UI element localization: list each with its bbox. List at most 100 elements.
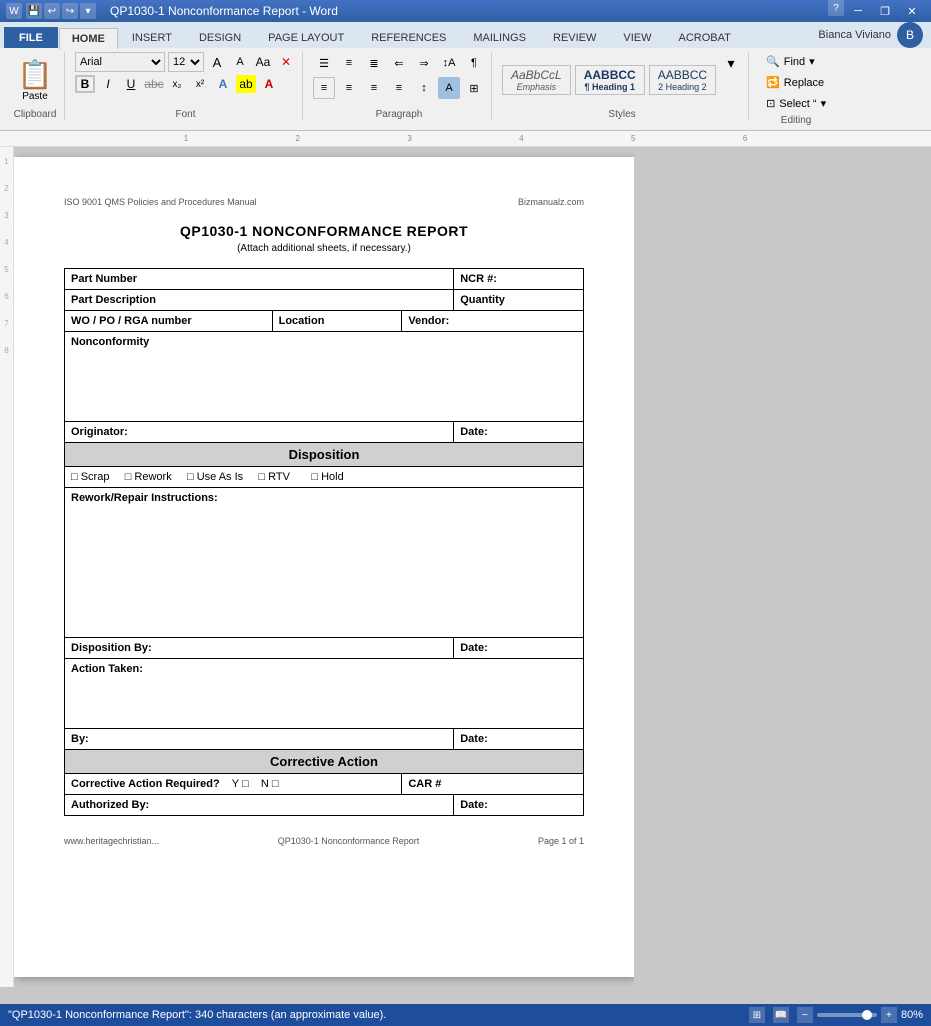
align-right-button[interactable]: ≡	[363, 77, 385, 99]
rework-label: □ Rework	[125, 471, 172, 483]
location-label: Location	[279, 315, 325, 327]
tab-home[interactable]: HOME	[59, 28, 118, 49]
layout-icon[interactable]: ⊞	[749, 1007, 765, 1023]
word-icon: W	[6, 3, 22, 19]
table-row: Disposition By: Date:	[65, 638, 584, 659]
borders-button[interactable]: ⊞	[463, 77, 485, 99]
font-color-button[interactable]: A	[259, 75, 279, 93]
redo-icon[interactable]: ↪	[62, 3, 78, 19]
by-cell: By:	[65, 729, 454, 750]
tab-design[interactable]: DESIGN	[186, 27, 254, 48]
document-subtitle: (Attach additional sheets, if necessary.…	[64, 243, 584, 254]
zoom-in-icon[interactable]: +	[881, 1007, 897, 1023]
superscript-button[interactable]: x²	[190, 75, 210, 93]
tab-page-layout[interactable]: PAGE LAYOUT	[255, 27, 357, 48]
find-button[interactable]: 🔍 Find ▾	[759, 52, 833, 71]
scrap-label: □ Scrap	[71, 471, 109, 483]
undo-icon[interactable]: ↩	[44, 3, 60, 19]
strikethrough-button[interactable]: abc	[144, 75, 164, 93]
replace-button[interactable]: 🔁 Replace	[759, 73, 833, 92]
doc-container: 1 2 3 4 5 6 7 8 ISO 9001 QMS Policies an…	[0, 147, 931, 987]
style-emphasis[interactable]: AaBbCcL Emphasis	[502, 65, 571, 95]
sort-button[interactable]: ↕A	[438, 52, 460, 74]
disposition-options-cell: □ Scrap □ Rework □ Use As Is □ RTV □ Hol…	[65, 467, 584, 488]
font-size-select[interactable]: 12	[168, 52, 204, 72]
ribbon: FILE HOME INSERT DESIGN PAGE LAYOUT REFE…	[0, 22, 931, 131]
document-title: QP1030-1 NONCONFORMANCE REPORT	[64, 223, 584, 239]
grow-font-button[interactable]: A	[207, 53, 227, 71]
line-spacing-button[interactable]: ↕	[413, 77, 435, 99]
shrink-font-button[interactable]: A	[230, 53, 250, 71]
bold-button[interactable]: B	[75, 75, 95, 93]
shading-button[interactable]: A	[438, 77, 460, 99]
minimize-button[interactable]: ─	[845, 0, 871, 22]
format-btns-row: B I U abc x₂ x² A ab A	[75, 75, 296, 93]
decrease-indent-button[interactable]: ⇐	[388, 52, 410, 74]
tab-view[interactable]: VIEW	[610, 27, 664, 48]
corrective-required-cell: Corrective Action Required? Y □ N □	[65, 774, 402, 795]
text-effects-button[interactable]: A	[213, 75, 233, 93]
select-button[interactable]: ⊡ Select “ ▾	[759, 94, 833, 113]
read-icon[interactable]: 📖	[773, 1007, 789, 1023]
styles-more-button[interactable]: ▾	[720, 52, 742, 74]
table-row: Action Taken:	[65, 659, 584, 729]
highlight-button[interactable]: ab	[236, 75, 256, 93]
originator-label: Originator:	[71, 426, 128, 438]
numbering-button[interactable]: ≡	[338, 52, 360, 74]
part-desc-label: Part Description	[71, 294, 156, 306]
table-row: Part Description Quantity	[65, 290, 584, 311]
clipboard-group-content: 📋 Paste	[12, 52, 58, 107]
close-button[interactable]: ✕	[899, 0, 925, 22]
bullets-button[interactable]: ☰	[313, 52, 335, 74]
change-case-button[interactable]: Aa	[253, 53, 273, 71]
document-page: ISO 9001 QMS Policies and Procedures Man…	[14, 157, 634, 977]
underline-button[interactable]: U	[121, 75, 141, 93]
style-heading2[interactable]: AABBCC 2 Heading 2	[649, 65, 716, 95]
ncr-label: NCR #:	[460, 273, 497, 285]
align-left-button[interactable]: ≡	[313, 77, 335, 99]
restore-button[interactable]: ❐	[872, 0, 898, 22]
style-heading1[interactable]: AABBCC ¶ Heading 1	[575, 65, 645, 95]
page-footer: www.heritagechristian... QP1030-1 Noncon…	[64, 836, 584, 846]
select-arrow: ▾	[821, 97, 827, 110]
zoom-out-icon[interactable]: −	[797, 1007, 813, 1023]
status-bar-left: "QP1030-1 Nonconformance Report": 340 ch…	[8, 1009, 386, 1021]
editing-group-label: Editing	[781, 113, 812, 126]
zoom-level: 80%	[901, 1009, 923, 1021]
increase-indent-button[interactable]: ⇒	[413, 52, 435, 74]
tab-review[interactable]: REVIEW	[540, 27, 609, 48]
show-hide-button[interactable]: ¶	[463, 52, 485, 74]
tab-acrobat[interactable]: ACROBAT	[665, 27, 743, 48]
align-center-button[interactable]: ≡	[338, 77, 360, 99]
use-as-is-label: □ Use As Is	[187, 471, 243, 483]
action-taken-label: Action Taken:	[71, 663, 143, 675]
font-group-label: Font	[175, 107, 195, 120]
zoom-slider[interactable]	[817, 1013, 877, 1017]
justify-button[interactable]: ≡	[388, 77, 410, 99]
tab-insert[interactable]: INSERT	[119, 27, 185, 48]
clear-format-button[interactable]: ✕	[276, 53, 296, 71]
authorized-by-cell: Authorized By:	[65, 795, 454, 816]
disposition-by-cell: Disposition By:	[65, 638, 454, 659]
tab-references[interactable]: REFERENCES	[358, 27, 459, 48]
nonconformity-cell: Nonconformity	[65, 332, 584, 422]
tab-mailings[interactable]: MAILINGS	[460, 27, 539, 48]
paragraph-group-label: Paragraph	[376, 107, 423, 120]
tab-file[interactable]: FILE	[4, 27, 58, 48]
style-h1-label: ¶ Heading 1	[584, 82, 636, 92]
list-btns-row: ☰ ≡ ≣ ⇐ ⇒ ↕A ¶	[313, 52, 485, 74]
n-label: N □	[261, 778, 279, 790]
paste-button[interactable]: 📋 Paste	[12, 54, 58, 106]
save-icon[interactable]: 💾	[26, 3, 42, 19]
italic-button[interactable]: I	[98, 75, 118, 93]
header-right: Bizmanualz.com	[518, 197, 584, 207]
font-family-select[interactable]: Arial	[75, 52, 165, 72]
help-icon[interactable]: ?	[828, 0, 844, 16]
subscript-button[interactable]: x₂	[167, 75, 187, 93]
corrective-action-header-cell: Corrective Action	[65, 750, 584, 774]
customize-icon[interactable]: ▾	[80, 3, 96, 19]
user-avatar: B	[897, 22, 923, 48]
multilevel-button[interactable]: ≣	[363, 52, 385, 74]
rework-instructions-cell: Rework/Repair Instructions:	[65, 488, 584, 638]
zoom-bar: − + 80%	[797, 1007, 923, 1023]
